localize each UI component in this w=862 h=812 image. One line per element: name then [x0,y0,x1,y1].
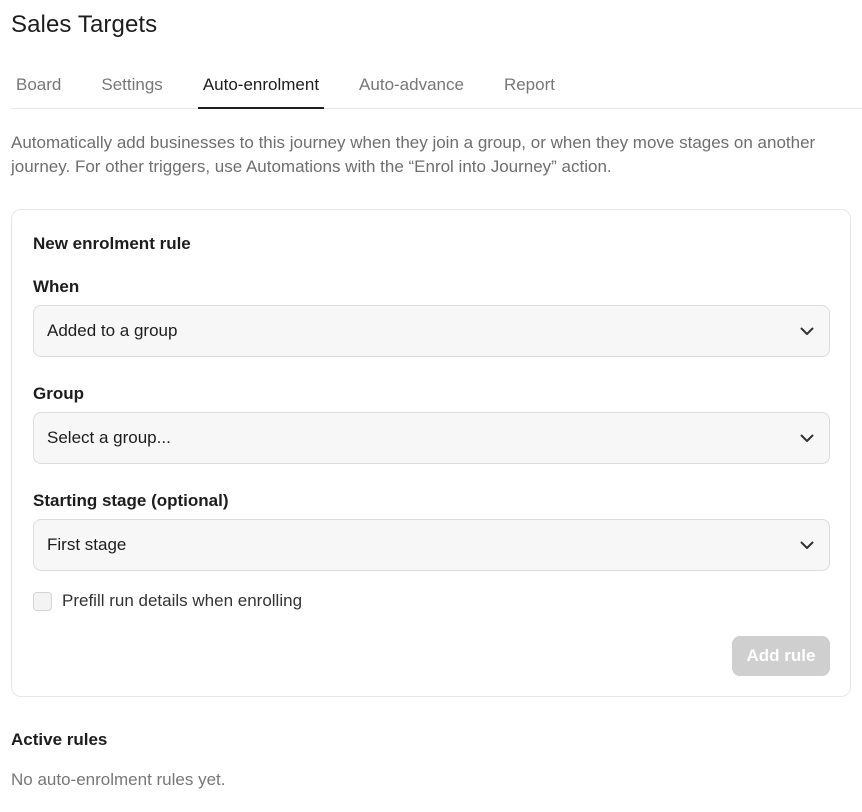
tab-label: Report [503,75,555,94]
tab-report[interactable]: Report [499,62,560,108]
group-select[interactable]: Select a group... [33,412,830,464]
chevron-down-icon [798,536,816,554]
tab-label: Auto-enrolment [202,75,320,94]
when-label: When [33,277,80,296]
chevron-down-icon [798,429,816,447]
tab-auto-enrolment[interactable]: Auto-enrolment [197,62,325,109]
prefill-checkbox[interactable] [33,591,52,611]
starting-stage-select-value: First stage [47,535,127,554]
tab-settings[interactable]: Settings [96,62,167,108]
group-select-value: Select a group... [47,428,171,447]
prefill-checkbox-row[interactable]: Prefill run details when enrolling [33,591,302,611]
add-rule-button[interactable]: Add rule [732,636,830,676]
group-label: Group [33,384,84,403]
card-title: New enrolment rule [33,234,191,253]
page: Sales Targets Board Settings Auto-enrolm… [0,0,862,812]
tab-board[interactable]: Board [11,62,66,108]
prefill-checkbox-label: Prefill run details when enrolling [62,591,303,610]
new-rule-card: New enrolment rule When Added to a group… [11,209,851,697]
when-select[interactable]: Added to a group [33,305,830,357]
page-description: Automatically add businesses to this jou… [11,133,816,176]
active-rules-title: Active rules [11,730,108,749]
starting-stage-select[interactable]: First stage [33,519,830,571]
active-rules-empty-text: No auto-enrolment rules yet. [11,770,226,789]
chevron-down-icon [798,322,816,340]
starting-stage-label: Starting stage (optional) [33,491,229,510]
tab-label: Settings [101,75,163,94]
tab-label: Board [16,75,62,94]
tab-auto-advance[interactable]: Auto-advance [354,62,469,108]
page-title: Sales Targets [11,11,158,38]
tab-bar: Board Settings Auto-enrolment Auto-advan… [11,62,862,109]
when-select-value: Added to a group [47,321,178,340]
tab-label: Auto-advance [359,75,464,94]
